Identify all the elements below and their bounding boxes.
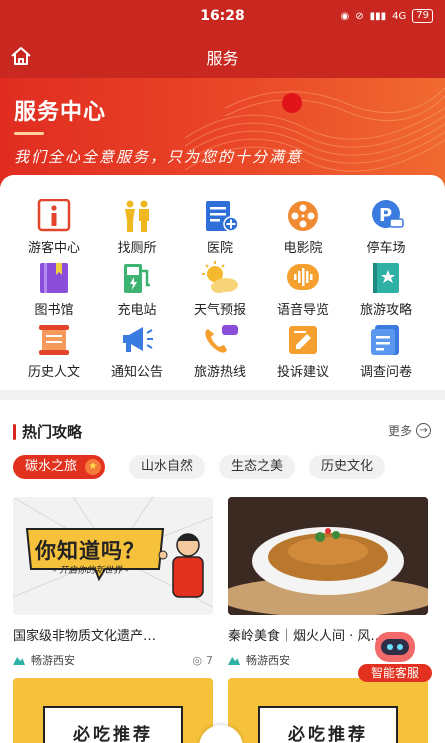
hero-slogan: 我们全心全意服务，只为您的十分满意	[14, 148, 304, 166]
author-name: 畅游西安	[246, 654, 290, 667]
eye-icon: ◉	[340, 10, 350, 22]
section-accent-bar	[13, 424, 16, 440]
author-name: 畅游西安	[31, 654, 75, 667]
service-cinema[interactable]: 电影院	[263, 199, 343, 259]
smart-service-label: 智能客服	[358, 664, 432, 682]
info-icon	[37, 199, 71, 232]
tag-ecology[interactable]: 生态之美	[219, 455, 296, 479]
article-card-heritage[interactable]: 你知道吗？ - 开启你的新世界 - 国家级非物质文化遗产… 畅游西安 ◎ 7	[13, 497, 213, 668]
author-avatar-icon	[228, 657, 240, 665]
service-charging[interactable]: 充电站	[97, 261, 177, 321]
charging-station-icon	[124, 264, 150, 293]
banner-headline: 你知道吗？	[35, 539, 145, 563]
wave-decoration	[185, 87, 445, 172]
services-grid: 游客中心 找厕所 医院 电影院 P 停车场 图书馆 充电站 天气预报 语音导览 …	[0, 175, 445, 390]
mute-icon: ⊘	[355, 10, 364, 22]
author-avatar-icon	[13, 657, 25, 665]
film-reel-icon	[288, 201, 318, 231]
tag-landscape[interactable]: 山水自然	[129, 455, 206, 479]
toilet-icon	[125, 200, 149, 232]
megaphone-icon	[123, 327, 153, 352]
view-count: ◎ 7	[192, 653, 213, 667]
section-title: 热门攻略	[22, 423, 83, 441]
tag-history-culture[interactable]: 历史文化	[309, 455, 386, 479]
card-banner: 必吃推荐	[258, 706, 398, 743]
hero-title: 服务中心	[14, 100, 107, 125]
book-icon	[40, 263, 68, 293]
parking-icon: P	[372, 200, 404, 228]
hero-banner: 服务中心 我们全心全意服务，只为您的十分满意	[0, 78, 445, 190]
article-thumbnail: 你知道吗？ - 开启你的新世界 -	[13, 497, 213, 615]
card-banner: 必吃推荐	[43, 706, 183, 743]
service-visitor-center[interactable]: 游客中心	[14, 199, 94, 259]
hospital-icon	[206, 201, 239, 232]
service-complaint[interactable]: 投诉建议	[263, 323, 343, 383]
status-bar: 16:28 ◉ ⊘ ▮▮▮ 4G 79	[0, 0, 445, 34]
status-icons: ◉ ⊘ ▮▮▮ 4G 79	[340, 9, 433, 23]
service-hospital[interactable]: 医院	[180, 199, 260, 259]
smart-service-button[interactable]: 智能客服	[358, 632, 432, 682]
article-card-must-eat-1[interactable]: 必吃推荐	[13, 678, 213, 743]
page-title: 服务	[206, 49, 239, 68]
eye-icon: ◎	[192, 653, 202, 667]
service-history[interactable]: 历史人文	[14, 323, 94, 383]
sun-decoration	[282, 93, 302, 113]
guide-book-icon	[373, 263, 399, 293]
more-button[interactable]: 更多 →	[388, 422, 431, 439]
hero-underline	[14, 132, 44, 135]
service-notice[interactable]: 通知公告	[97, 323, 177, 383]
arrow-right-icon: →	[416, 423, 431, 438]
service-toilet[interactable]: 找厕所	[97, 199, 177, 259]
service-travel-guide[interactable]: 旅游攻略	[346, 261, 426, 321]
banner-subline: - 开启你的新世界 -	[53, 566, 129, 576]
service-voice-guide[interactable]: 语音导览	[263, 261, 343, 321]
voice-guide-icon	[287, 264, 319, 290]
service-parking[interactable]: P 停车场	[346, 199, 426, 259]
service-weather[interactable]: 天气预报	[180, 261, 260, 321]
signal-icon: ▮▮▮	[369, 10, 387, 22]
service-hotline[interactable]: 旅游热线	[180, 323, 260, 383]
article-card-must-eat-2[interactable]: 必吃推荐	[228, 678, 428, 743]
scroll-icon	[39, 325, 69, 355]
robot-icon	[375, 632, 415, 662]
service-library[interactable]: 图书馆	[14, 261, 94, 321]
star-icon: ★	[85, 459, 102, 475]
tag-carb-tour[interactable]: 碳水之旅 ★	[13, 455, 106, 479]
complaint-icon	[289, 326, 317, 354]
survey-icon	[371, 325, 399, 355]
article-title: 国家级非物质文化遗产…	[13, 629, 157, 644]
service-survey[interactable]: 调查问卷	[346, 323, 426, 383]
noodle-dish-photo	[228, 497, 428, 615]
nav-bar: 服务	[0, 34, 445, 78]
hotline-icon	[205, 325, 238, 353]
battery-icon: 79	[412, 9, 433, 23]
article-thumbnail	[228, 497, 428, 615]
network-label: 4G	[392, 10, 407, 22]
article-meta: 畅游西安 ◎ 7	[13, 652, 213, 668]
weather-icon	[202, 261, 238, 293]
